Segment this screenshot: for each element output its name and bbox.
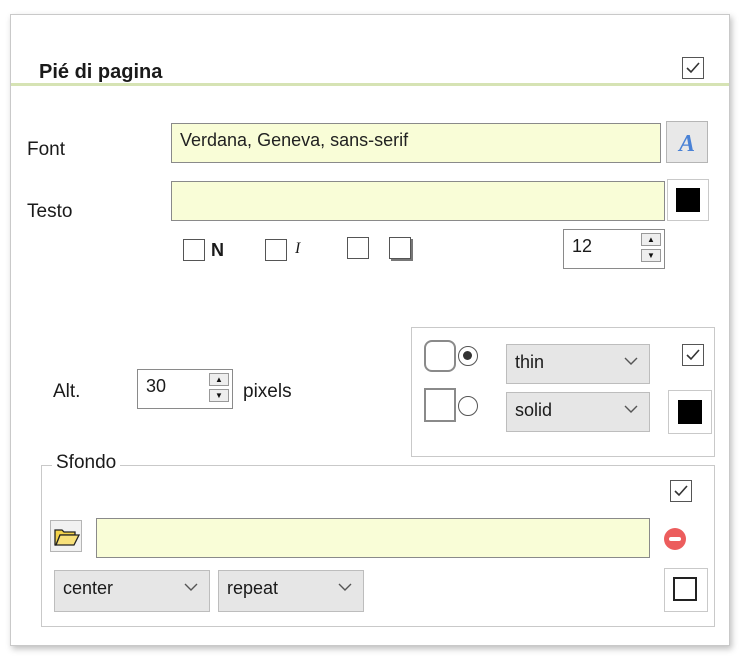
background-position-select[interactable]: center bbox=[54, 570, 210, 612]
chevron-down-icon bbox=[338, 583, 352, 591]
chevron-down-icon bbox=[624, 357, 638, 365]
rounded-corner-radio[interactable] bbox=[458, 346, 478, 366]
bold-label: N bbox=[211, 240, 224, 260]
rounded-corner-icon bbox=[424, 340, 456, 372]
background-color-swatch bbox=[673, 577, 697, 601]
checkmark-icon bbox=[686, 349, 700, 361]
border-color-swatch bbox=[678, 400, 702, 424]
browse-folder-button[interactable] bbox=[50, 520, 82, 552]
background-repeat-value: repeat bbox=[227, 578, 279, 598]
footer-text-field[interactable] bbox=[171, 181, 665, 221]
panel-header: Pié di pagina bbox=[11, 43, 729, 86]
background-legend: Sfondo bbox=[52, 452, 121, 474]
checkmark-icon bbox=[674, 485, 688, 497]
font-style-icon: A bbox=[677, 131, 695, 157]
font-family-field[interactable]: Verdana, Geneva, sans-serif bbox=[171, 123, 661, 163]
font-size-stepper[interactable]: 12 ▲ ▼ bbox=[563, 229, 665, 269]
remove-image-icon[interactable] bbox=[664, 528, 686, 550]
border-width-value: thin bbox=[515, 352, 545, 372]
border-settings-group: thin solid bbox=[411, 327, 715, 457]
background-image-field[interactable] bbox=[96, 518, 650, 558]
chevron-down-icon bbox=[624, 405, 638, 413]
height-label: Alt. bbox=[53, 381, 81, 402]
chevron-down-icon bbox=[184, 583, 198, 591]
text-color-button[interactable] bbox=[667, 179, 709, 221]
height-stepper[interactable]: 30 ▲ ▼ bbox=[137, 369, 233, 409]
decrement-arrow-icon[interactable]: ▼ bbox=[641, 249, 661, 262]
italic-label: I bbox=[295, 240, 301, 257]
font-label: Font bbox=[27, 139, 66, 160]
background-repeat-select[interactable]: repeat bbox=[218, 570, 364, 612]
background-enabled-checkbox[interactable] bbox=[670, 480, 692, 502]
font-size-value: 12 bbox=[572, 236, 593, 256]
square-corner-icon bbox=[424, 388, 456, 422]
shadow-checkbox[interactable] bbox=[389, 237, 411, 259]
increment-arrow-icon[interactable]: ▲ bbox=[641, 233, 661, 246]
text-color-swatch bbox=[676, 188, 700, 212]
decrement-arrow-icon[interactable]: ▼ bbox=[209, 389, 229, 402]
square-corner-radio[interactable] bbox=[458, 396, 478, 416]
italic-checkbox[interactable] bbox=[265, 239, 287, 261]
footer-enabled-checkbox[interactable] bbox=[682, 57, 704, 79]
panel-title: Pié di pagina bbox=[39, 61, 163, 83]
background-position-value: center bbox=[63, 578, 114, 598]
border-width-select[interactable]: thin bbox=[506, 344, 650, 384]
underline-checkbox[interactable] bbox=[347, 237, 369, 259]
border-style-select[interactable]: solid bbox=[506, 392, 650, 432]
border-color-button[interactable] bbox=[668, 390, 712, 434]
bold-checkbox[interactable] bbox=[183, 239, 205, 261]
checkmark-icon bbox=[686, 62, 700, 74]
folder-open-icon bbox=[54, 529, 81, 546]
height-value: 30 bbox=[146, 376, 167, 396]
border-style-value: solid bbox=[515, 400, 553, 420]
background-settings-group: Sfondo center repeat bbox=[41, 452, 715, 627]
text-label: Testo bbox=[27, 201, 73, 222]
svg-text:A: A bbox=[677, 131, 695, 157]
background-color-button[interactable] bbox=[664, 568, 708, 612]
increment-arrow-icon[interactable]: ▲ bbox=[209, 373, 229, 386]
border-enabled-checkbox[interactable] bbox=[682, 344, 704, 366]
height-unit-label: pixels bbox=[243, 381, 292, 402]
footer-settings-panel: Pié di pagina Font Verdana, Geneva, sans… bbox=[10, 14, 730, 646]
font-picker-button[interactable]: A bbox=[666, 121, 708, 163]
